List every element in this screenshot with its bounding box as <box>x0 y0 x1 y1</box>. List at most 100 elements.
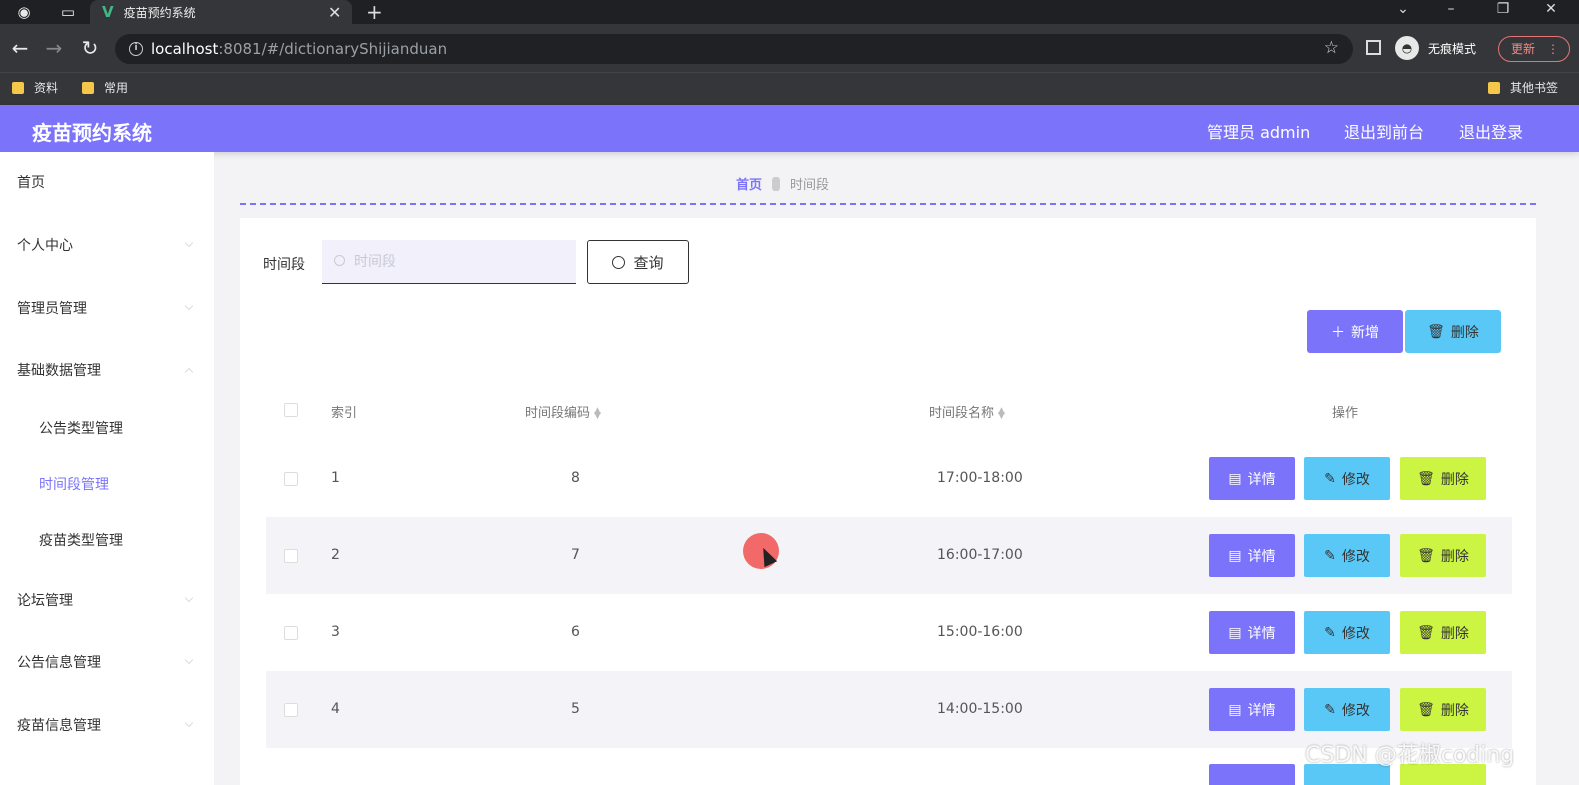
url-path: :8081/#/dictionaryShijianduan <box>218 40 448 58</box>
edit-button[interactable]: ✎ 修改 <box>1304 611 1390 654</box>
more-icon[interactable]: ⋮ <box>1547 42 1559 56</box>
globe-icon[interactable]: ◉ <box>14 2 34 22</box>
row-checkbox[interactable] <box>284 472 298 486</box>
new-tab-icon[interactable]: + <box>366 0 383 24</box>
delete-button[interactable]: 🗑 删除 <box>1400 688 1486 731</box>
cell-code: 7 <box>571 547 580 563</box>
cell-code: 6 <box>571 624 580 640</box>
folder-icon <box>1488 81 1500 94</box>
trash-icon: 🗑 <box>1427 323 1445 340</box>
cell-name: 15:00-16:00 <box>937 624 1023 640</box>
sidebar-item-label: 公告信息管理 <box>17 655 101 671</box>
breadcrumb-current: 时间段 <box>790 178 830 193</box>
folder-icon <box>12 81 24 94</box>
edit-label: 修改 <box>1341 625 1370 642</box>
table-row: 3 6 15:00-16:00 ▤ 详情 ✎ 修改 🗑 删除 <box>266 594 1512 671</box>
batch-delete-button[interactable]: 🗑 删除 <box>1405 310 1501 353</box>
sidebar-item-admin[interactable]: 管理员管理 <box>0 288 214 328</box>
forward-icon[interactable]: → <box>42 36 66 60</box>
sidebar-item-time-slot[interactable]: 时间段管理 <box>0 464 214 504</box>
update-label: 更新 <box>1511 42 1536 56</box>
edit-button[interactable]: ✎ 修改 <box>1304 534 1390 577</box>
sidebar-item-label: 论坛管理 <box>17 593 73 609</box>
search-icon <box>334 255 345 266</box>
sidebar-item-label: 首页 <box>17 175 45 191</box>
incognito-label: 无痕模式 <box>1428 42 1477 56</box>
column-label: 时间段编码 <box>525 406 591 421</box>
logout-link[interactable]: 退出登录 <box>1459 119 1523 143</box>
table-header: 索引 时间段编码 ▲ ▼ 时间段名称 ▲ ▼ 操作 <box>266 380 1512 440</box>
cell-name: 14:00-15:00 <box>937 701 1023 717</box>
chevron-down-icon <box>184 655 194 665</box>
breadcrumb-home[interactable]: 首页 <box>736 174 762 193</box>
address-bar[interactable]: i localhost:8081/#/dictionaryShijianduan… <box>115 34 1353 64</box>
detail-button[interactable] <box>1209 764 1295 785</box>
back-icon[interactable]: ← <box>8 36 32 60</box>
sidebar-item-vaccine-type[interactable]: 疫苗类型管理 <box>0 520 214 560</box>
row-checkbox[interactable] <box>284 626 298 640</box>
delete-button[interactable]: 🗑 删除 <box>1400 534 1486 577</box>
row-checkbox[interactable] <box>284 549 298 563</box>
sidebar-item-profile[interactable]: 个人中心 <box>0 225 214 265</box>
detail-button[interactable]: ▤ 详情 <box>1209 611 1295 654</box>
chevron-down-icon <box>184 301 194 311</box>
incognito-icon[interactable]: ◓ <box>1395 36 1419 60</box>
plus-icon: ＋ <box>1331 324 1345 341</box>
edit-button[interactable]: ✎ 修改 <box>1304 688 1390 731</box>
sort-icon[interactable]: ▲ ▼ <box>998 406 1005 420</box>
restore-icon[interactable]: ❐ <box>1488 0 1518 24</box>
sidebar-item-notice-type[interactable]: 公告类型管理 <box>0 408 214 448</box>
detail-button[interactable]: ▤ 详情 <box>1209 688 1295 731</box>
column-header-name[interactable]: 时间段名称 ▲ ▼ <box>929 402 1005 421</box>
sidebar-item-label: 时间段管理 <box>39 477 109 493</box>
chevron-down-icon <box>184 593 194 603</box>
sidebar-item-notice-info[interactable]: 公告信息管理 <box>0 642 214 682</box>
table-row: 2 7 16:00-17:00 ▤ 详情 ✎ 修改 🗑 删除 <box>266 517 1512 594</box>
close-icon[interactable]: ✕ <box>328 3 348 22</box>
update-button[interactable]: 更新 ⋮ <box>1498 36 1570 62</box>
window-close-icon[interactable]: ✕ <box>1536 0 1566 24</box>
search-label: 时间段 <box>263 257 305 273</box>
sort-icon[interactable]: ▲ ▼ <box>594 406 601 420</box>
browser-tab[interactable]: V 疫苗预约系统 ✕ <box>90 0 352 24</box>
star-icon[interactable]: ☆ <box>1324 38 1339 58</box>
delete-button[interactable]: 🗑 删除 <box>1400 611 1486 654</box>
query-button[interactable]: 查询 <box>587 240 689 284</box>
tab-list-icon[interactable]: ▭ <box>58 2 78 22</box>
reload-icon[interactable]: ↻ <box>78 36 102 60</box>
side-panel-icon[interactable] <box>1366 40 1381 55</box>
bookmark-folder[interactable]: 资料 <box>12 79 58 96</box>
breadcrumb: 首页 时间段 <box>736 174 829 193</box>
chevron-down-icon[interactable]: ⌄ <box>1388 0 1418 24</box>
other-bookmarks[interactable]: 其他书签 <box>1488 79 1558 96</box>
sidebar-item-forum[interactable]: 论坛管理 <box>0 580 214 620</box>
app-header: 疫苗预约系统 管理员 admin 退出到前台 退出登录 <box>0 105 1579 152</box>
exit-front-link[interactable]: 退出到前台 <box>1344 119 1424 143</box>
minimize-icon[interactable]: – <box>1436 0 1466 24</box>
bookmark-folder[interactable]: 常用 <box>82 79 128 96</box>
row-checkbox[interactable] <box>284 703 298 717</box>
column-header-code[interactable]: 时间段编码 ▲ ▼ <box>525 402 601 421</box>
info-icon[interactable]: i <box>129 42 143 56</box>
cell-index: 1 <box>331 470 340 486</box>
detail-label: 详情 <box>1247 702 1276 719</box>
select-all-checkbox[interactable] <box>284 403 298 417</box>
sidebar-item-home[interactable]: 首页 <box>0 162 214 202</box>
add-button[interactable]: ＋ 新增 <box>1307 310 1403 353</box>
detail-button[interactable]: ▤ 详情 <box>1209 534 1295 577</box>
vue-logo-icon: V <box>102 3 114 21</box>
column-label: 时间段名称 <box>929 406 995 421</box>
search-input[interactable] <box>322 240 576 284</box>
trash-icon: 🗑 <box>1417 624 1435 641</box>
add-label: 新增 <box>1351 324 1379 341</box>
sidebar-item-base-data[interactable]: 基础数据管理 <box>0 350 214 390</box>
bookmark-label: 其他书签 <box>1510 81 1559 95</box>
sidebar-item-vaccine-info[interactable]: 疫苗信息管理 <box>0 705 214 745</box>
chevron-down-icon <box>184 238 194 248</box>
cell-code: 5 <box>571 701 580 717</box>
edit-label: 修改 <box>1341 702 1370 719</box>
bookmark-label: 资料 <box>34 81 59 95</box>
delete-button[interactable]: 🗑 删除 <box>1400 457 1486 500</box>
detail-button[interactable]: ▤ 详情 <box>1209 457 1295 500</box>
edit-button[interactable]: ✎ 修改 <box>1304 457 1390 500</box>
